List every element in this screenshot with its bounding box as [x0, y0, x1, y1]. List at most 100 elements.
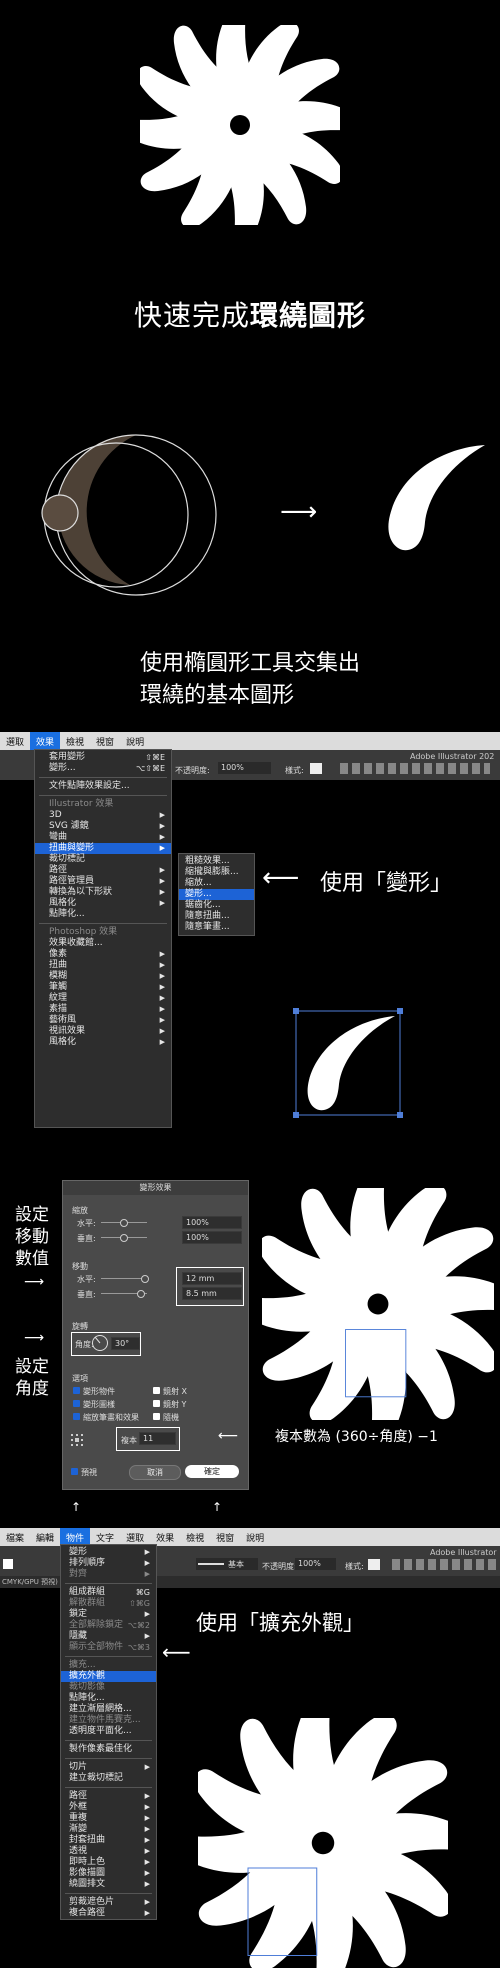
menu-item[interactable]: 對齊 ▶: [61, 1569, 156, 1580]
menu-item[interactable]: 排列順序 ▶: [61, 1558, 156, 1569]
menu-item[interactable]: 選取: [0, 732, 30, 750]
menu-item[interactable]: 像素 ▶: [35, 949, 171, 960]
scale-v-slider[interactable]: [101, 1234, 147, 1242]
checkbox-scale-strokes[interactable]: [73, 1413, 80, 1420]
menu-item[interactable]: 擴充...: [61, 1660, 156, 1671]
menu-item[interactable]: 文件點陣效果設定...: [35, 781, 171, 792]
menu-item[interactable]: 粗糙效果...: [179, 856, 254, 867]
checkbox-transform-object[interactable]: [73, 1387, 80, 1394]
menu-item[interactable]: 剪裁遮色片 ▶: [61, 1897, 156, 1908]
menu-item[interactable]: 視窗: [90, 732, 120, 750]
menu-item[interactable]: 筆觸 ▶: [35, 982, 171, 993]
scale-h-input[interactable]: 100%: [182, 1216, 242, 1229]
menu-item[interactable]: 組成群組 ⌘G: [61, 1587, 156, 1598]
menu-item[interactable]: 說明: [240, 1528, 270, 1546]
style-swatch[interactable]: [310, 763, 322, 774]
menu-item[interactable]: 路徑管理員 ▶: [35, 876, 171, 887]
angle-dial-icon[interactable]: [91, 1334, 109, 1352]
menu-item[interactable]: 素描 ▶: [35, 1004, 171, 1015]
align-icons[interactable]: [392, 1559, 497, 1570]
menu-item[interactable]: 檢視: [180, 1528, 210, 1546]
reference-point-icon[interactable]: [71, 1434, 83, 1446]
menu-item[interactable]: 繞圖排文 ▶: [61, 1879, 156, 1890]
menu-item[interactable]: 套用變形 ⇧⌘E: [35, 752, 171, 763]
menu-item[interactable]: SVG 濾鏡 ▶: [35, 821, 171, 832]
scale-h-slider[interactable]: [101, 1219, 147, 1227]
menu-item[interactable]: 建立漸層網格...: [61, 1704, 156, 1715]
menu-item[interactable]: 檔案: [0, 1528, 30, 1546]
menu-item-label: 點陣化...: [49, 909, 85, 919]
move-v-slider[interactable]: [101, 1290, 147, 1298]
checkbox-reflect-y[interactable]: [153, 1400, 160, 1407]
menu-item[interactable]: 複合路徑 ▶: [61, 1908, 156, 1919]
menu-item[interactable]: 縮攏與膨脹...: [179, 867, 254, 878]
menu-item[interactable]: 即時上色 ▶: [61, 1857, 156, 1868]
cancel-button[interactable]: 取消: [129, 1465, 181, 1480]
menu-item[interactable]: 風格化 ▶: [35, 898, 171, 909]
move-h-slider[interactable]: [101, 1275, 149, 1283]
menu-item[interactable]: 隨意筆畫...: [179, 922, 254, 933]
menu-item[interactable]: 鎖定 ▶: [61, 1609, 156, 1620]
menu-item[interactable]: 切片 ▶: [61, 1762, 156, 1773]
checkbox-preview[interactable]: [71, 1468, 78, 1475]
opacity-input[interactable]: 100%: [295, 1558, 336, 1570]
menu-item[interactable]: 視訊效果 ▶: [35, 1026, 171, 1037]
menu-item[interactable]: 效果收藏館...: [35, 938, 171, 949]
menu-item[interactable]: 隨意扭曲...: [179, 911, 254, 922]
menu-item[interactable]: 扭曲與變形 ▶: [35, 843, 171, 854]
checkbox-random[interactable]: [153, 1413, 160, 1420]
menu-item[interactable]: 外框 ▶: [61, 1802, 156, 1813]
menu-item[interactable]: 風格化 ▶: [35, 1037, 171, 1048]
menu-item[interactable]: 3D ▶: [35, 810, 171, 821]
opacity-input[interactable]: 100%: [218, 762, 271, 774]
menu-item[interactable]: 變形... ⌥⇧⌘E: [35, 763, 171, 774]
menu-item[interactable]: 鋸齒化...: [179, 900, 254, 911]
menu-item[interactable]: 封套扭曲 ▶: [61, 1835, 156, 1846]
menu-item[interactable]: 顯示全部物件 ⌥⌘3: [61, 1642, 156, 1653]
menu-item[interactable]: 透明度平面化...: [61, 1726, 156, 1737]
menu-item[interactable]: 說明: [120, 732, 150, 750]
menu-item[interactable]: 擴充外觀: [61, 1671, 156, 1682]
menu-item[interactable]: 檢視: [60, 732, 90, 750]
menu-item[interactable]: 路徑 ▶: [35, 865, 171, 876]
menu-item[interactable]: 透視 ▶: [61, 1846, 156, 1857]
menu-active[interactable]: 效果: [30, 732, 61, 750]
copies-input[interactable]: 11: [139, 1432, 176, 1445]
menu-item[interactable]: 模糊 ▶: [35, 971, 171, 982]
menu-item[interactable]: 變形 ▶: [61, 1547, 156, 1558]
menu-item[interactable]: 轉換為以下形狀 ▶: [35, 887, 171, 898]
menu-item[interactable]: 漸變 ▶: [61, 1824, 156, 1835]
menu-item[interactable]: 重複 ▶: [61, 1813, 156, 1824]
menu-item[interactable]: 影像描圖 ▶: [61, 1868, 156, 1879]
menu-item[interactable]: 彎曲 ▶: [35, 832, 171, 843]
angle-input[interactable]: 30°: [111, 1337, 140, 1350]
menu-item[interactable]: 製作像素最佳化: [61, 1744, 156, 1755]
menu-item[interactable]: 視窗: [210, 1528, 240, 1546]
menu-item[interactable]: 變形...: [179, 889, 254, 900]
style-swatch[interactable]: [368, 1559, 380, 1570]
menu-item[interactable]: 裁切標記: [35, 854, 171, 865]
menu-item[interactable]: 紋理 ▶: [35, 993, 171, 1004]
menu-item[interactable]: 全部解除鎖定 ⌥⌘2: [61, 1620, 156, 1631]
menu-item[interactable]: 建立裁切標記: [61, 1773, 156, 1784]
menu-item[interactable]: 點陣化...: [61, 1693, 156, 1704]
fill-swatch[interactable]: [3, 1559, 13, 1569]
menu-item[interactable]: 路徑 ▶: [61, 1791, 156, 1802]
menu-separator: [65, 1583, 152, 1584]
menu-item[interactable]: 裁切影像: [61, 1682, 156, 1693]
menu-item[interactable]: 建立物件馬賽克...: [61, 1715, 156, 1726]
stroke-preview[interactable]: 基本: [196, 1558, 258, 1570]
checkbox-transform-pattern[interactable]: [73, 1400, 80, 1407]
align-icons[interactable]: [340, 763, 490, 774]
menu-item[interactable]: 點陣化...: [35, 909, 171, 920]
scale-v-input[interactable]: 100%: [182, 1231, 242, 1244]
menu-item[interactable]: 藝術風 ▶: [35, 1015, 171, 1026]
menu-item[interactable]: 扭曲 ▶: [35, 960, 171, 971]
menu-item[interactable]: 縮放...: [179, 878, 254, 889]
menu-item[interactable]: 編輯: [30, 1528, 60, 1546]
menu-item[interactable]: 隱藏 ▶: [61, 1631, 156, 1642]
opacity-label: 不透明度:: [175, 766, 210, 775]
menu-item[interactable]: 解散群組 ⇧⌘G: [61, 1598, 156, 1609]
ok-button[interactable]: 確定: [185, 1465, 239, 1478]
checkbox-reflect-x[interactable]: [153, 1387, 160, 1394]
